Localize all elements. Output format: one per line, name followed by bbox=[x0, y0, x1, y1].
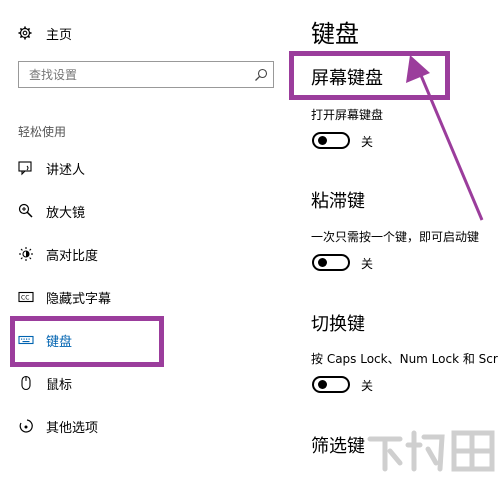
section-label-ease-of-access: 轻松使用 bbox=[18, 125, 67, 139]
high-contrast-icon bbox=[19, 247, 33, 261]
home-label: 主页 bbox=[46, 27, 73, 43]
sidebar-item-label: 隐藏式字幕 bbox=[46, 291, 112, 307]
sidebar-item-label: 鼠标 bbox=[46, 377, 73, 393]
magnifier-icon bbox=[18, 203, 33, 218]
sidebar-item-label: 其他选项 bbox=[46, 420, 99, 436]
on-screen-keyboard-toggle-state: 关 bbox=[361, 135, 374, 149]
keyboard-highlight-box bbox=[10, 316, 164, 367]
sidebar-item-mouse[interactable]: 鼠标 bbox=[18, 372, 72, 394]
watermark-logo bbox=[367, 430, 495, 472]
sidebar-item-magnifier[interactable]: 放大镜 bbox=[18, 200, 85, 222]
sidebar-item-label: 高对比度 bbox=[46, 248, 99, 264]
svg-text:CC: CC bbox=[21, 295, 29, 302]
sidebar-item-other-options[interactable]: 其他选项 bbox=[18, 415, 98, 437]
section-title-filter-keys: 筛选键 bbox=[311, 436, 365, 457]
sidebar-item-label: 讲述人 bbox=[46, 162, 86, 178]
search-icon[interactable] bbox=[254, 68, 268, 82]
search-input[interactable] bbox=[27, 67, 251, 83]
sticky-keys-toggle[interactable] bbox=[312, 254, 350, 271]
on-screen-keyboard-setting-label: 打开屏幕键盘 bbox=[311, 108, 384, 122]
other-options-icon bbox=[19, 419, 33, 433]
closed-captions-icon: CC bbox=[18, 291, 34, 303]
section-title-sticky-keys: 粘滞键 bbox=[311, 191, 365, 212]
gear-icon bbox=[18, 26, 32, 40]
toggle-keys-setting-label: 按 Caps Lock、Num Lock 和 Scr bbox=[311, 352, 498, 366]
sticky-keys-toggle-state: 关 bbox=[361, 257, 374, 271]
mouse-icon bbox=[21, 375, 31, 391]
section-title-toggle-keys: 切换键 bbox=[311, 314, 365, 335]
toggle-knob bbox=[318, 258, 327, 267]
sidebar-item-narrator[interactable]: 讲述人 bbox=[18, 157, 85, 179]
page-title: 键盘 bbox=[311, 20, 359, 48]
toggle-knob bbox=[318, 136, 327, 145]
sticky-keys-setting-label: 一次只需按一个键，即可启动键 bbox=[311, 230, 480, 244]
annotation-arrow bbox=[406, 55, 484, 221]
toggle-knob bbox=[318, 380, 327, 389]
sidebar-item-home[interactable]: 主页 bbox=[18, 22, 72, 44]
toggle-keys-toggle-state: 关 bbox=[361, 379, 374, 393]
on-screen-keyboard-toggle[interactable] bbox=[312, 132, 350, 149]
search-box[interactable] bbox=[18, 61, 274, 88]
toggle-keys-toggle[interactable] bbox=[312, 376, 350, 393]
sidebar-item-label: 放大镜 bbox=[46, 205, 86, 221]
sidebar-item-high-contrast[interactable]: 高对比度 bbox=[18, 243, 98, 265]
narrator-icon bbox=[18, 161, 32, 176]
sidebar-item-closed-captions[interactable]: CC 隐藏式字幕 bbox=[18, 286, 111, 308]
